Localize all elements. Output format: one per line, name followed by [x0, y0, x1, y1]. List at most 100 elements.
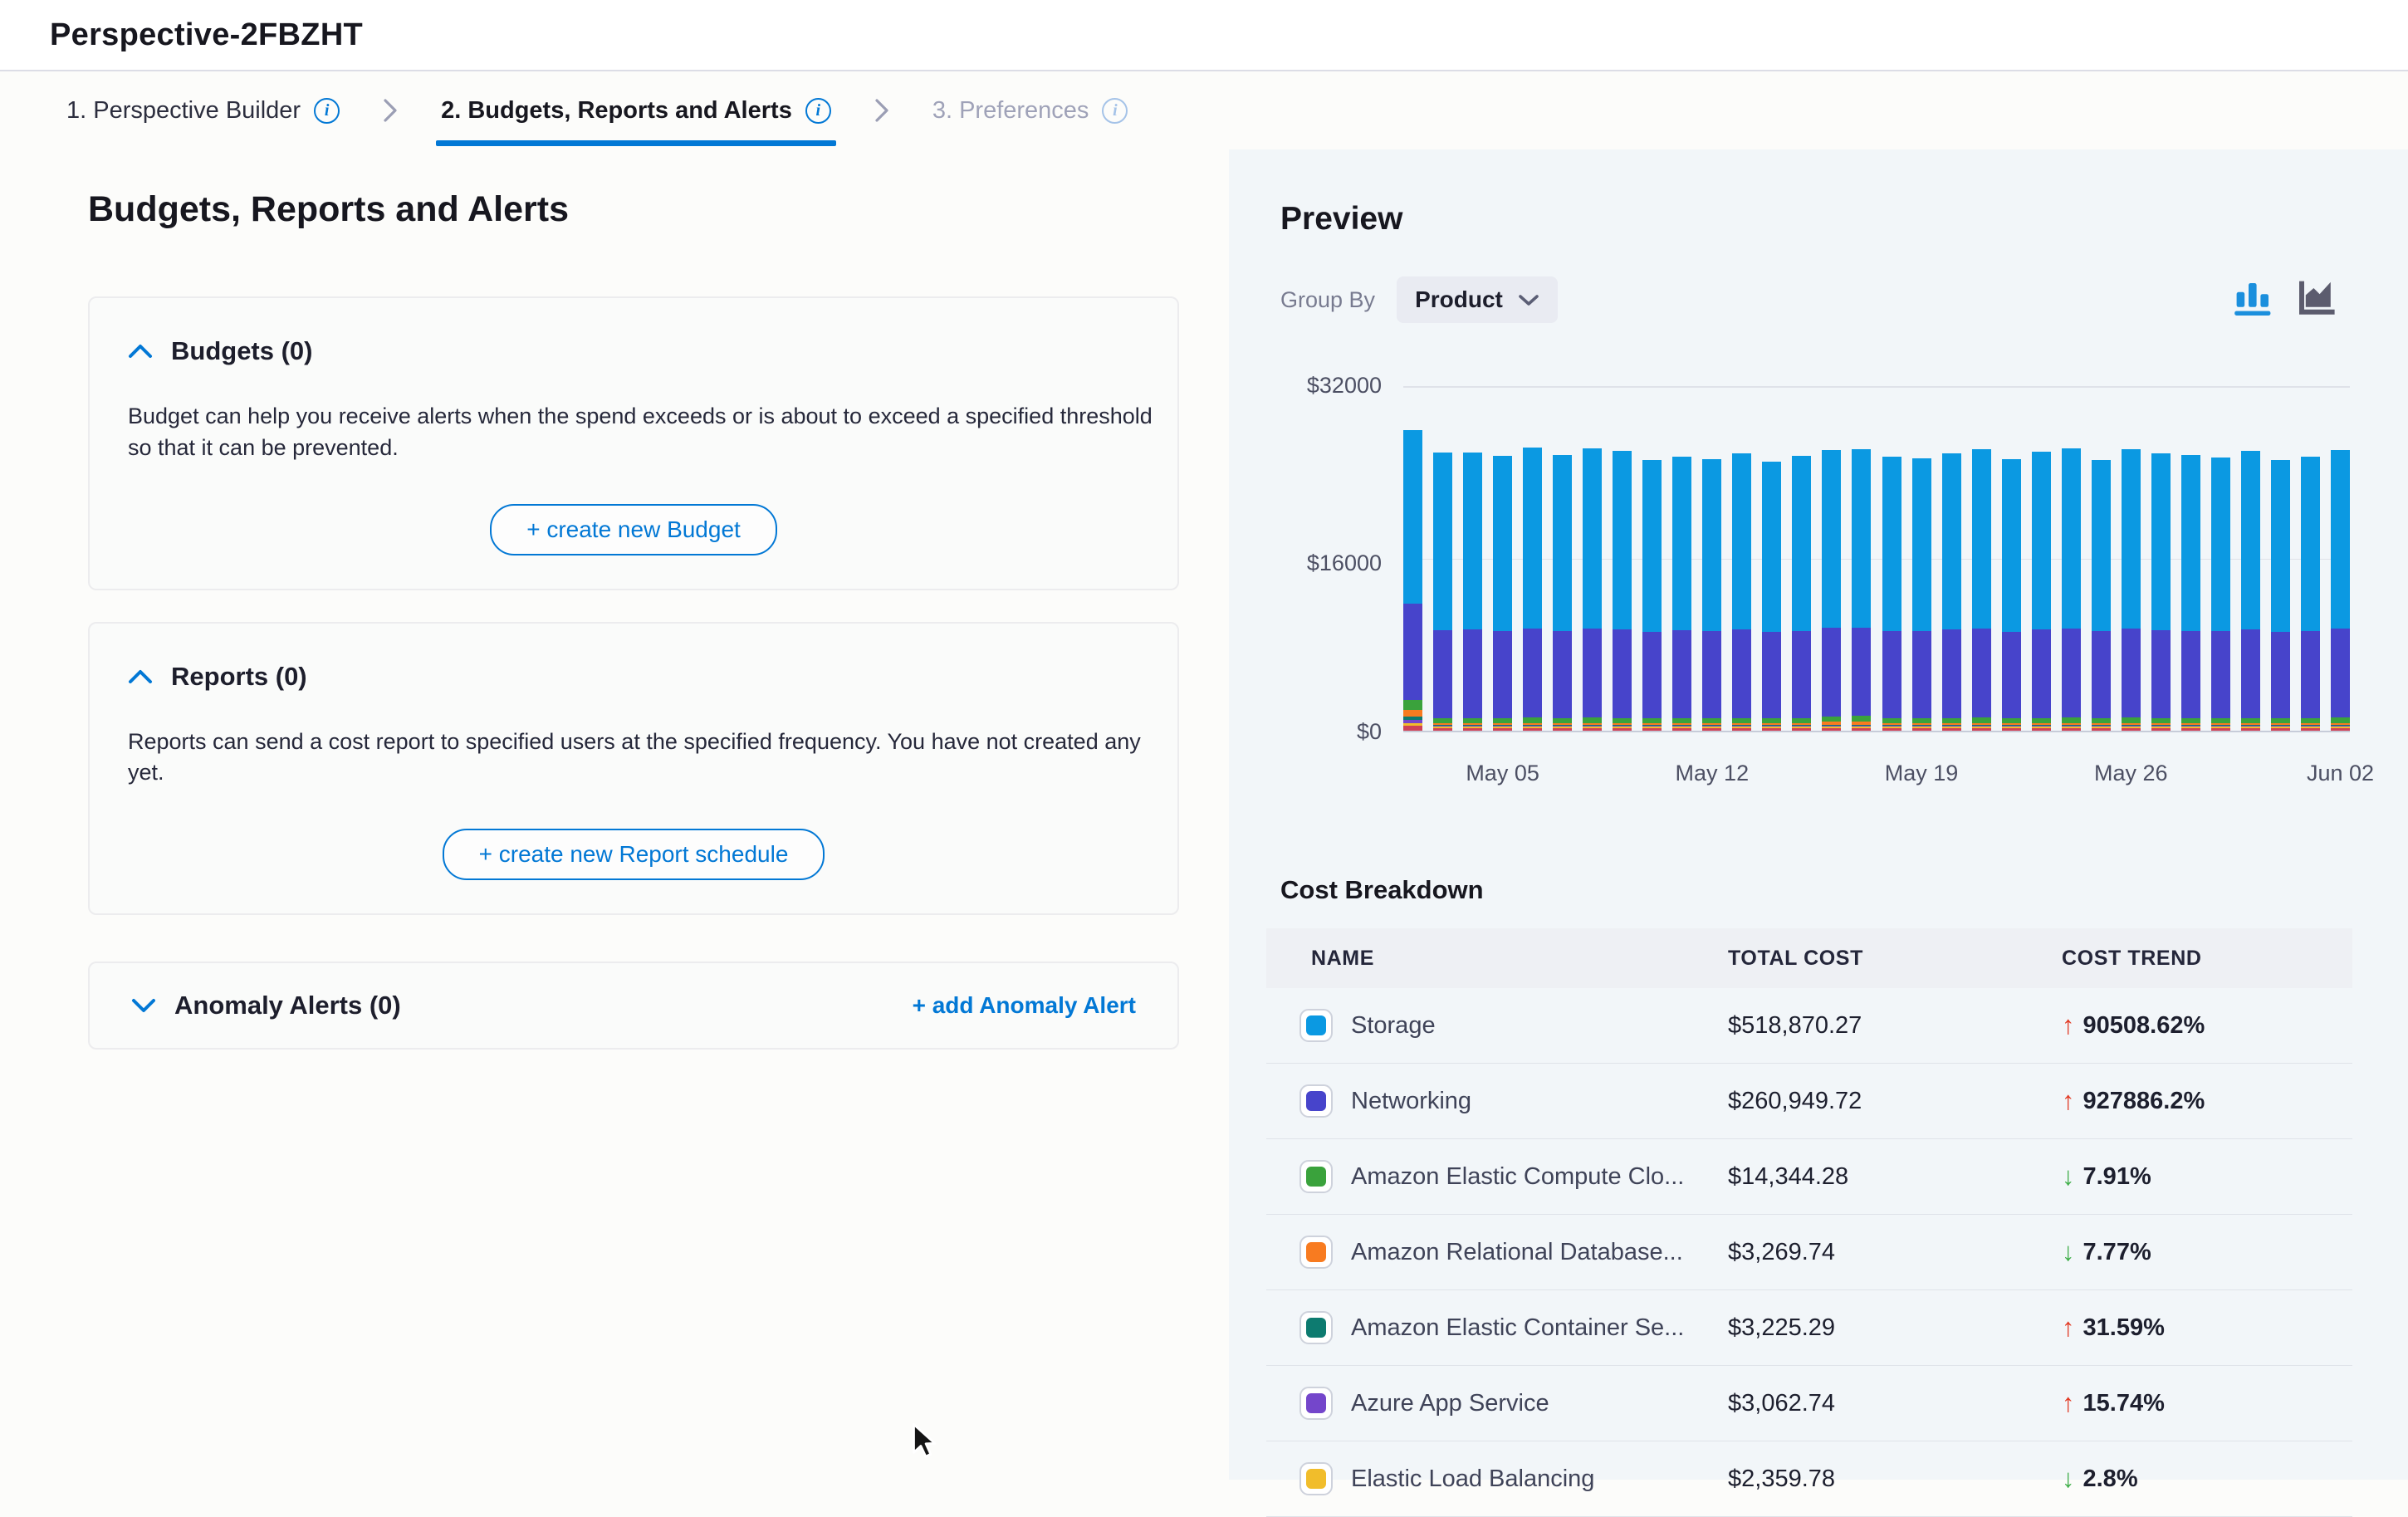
bar-segment [1852, 716, 1871, 722]
anomaly-card-header[interactable]: Anomaly Alerts (0) [131, 991, 401, 1020]
bar-segment [1762, 632, 1781, 718]
column-header-name: NAME [1266, 947, 1728, 971]
stacked-bar[interactable] [2002, 386, 2021, 731]
stacked-bar[interactable] [1972, 386, 1991, 731]
bar-segment [1613, 728, 1632, 731]
stacked-bar[interactable] [1912, 386, 1931, 731]
stacked-bar[interactable] [2092, 386, 2111, 731]
bar-segment [2032, 728, 2051, 731]
budgets-card-header[interactable]: Budgets (0) [128, 336, 1139, 366]
stacked-bar[interactable] [1882, 386, 1901, 731]
tab-label: 3. Preferences [932, 97, 1089, 125]
bar-segment [1912, 458, 1931, 632]
stacked-bar[interactable] [2211, 386, 2230, 731]
page-title: Perspective-2FBZHT [50, 17, 363, 53]
bar-segment [1852, 449, 1871, 628]
bar-segment [2151, 453, 2171, 630]
bar-segment [1672, 630, 1691, 718]
reports-card-header[interactable]: Reports (0) [128, 662, 1139, 692]
add-anomaly-alert-link[interactable]: + add Anomaly Alert [913, 992, 1136, 1019]
stacked-bar[interactable] [1463, 386, 1482, 731]
stacked-bar[interactable] [2241, 386, 2260, 731]
tab-perspective-builder[interactable]: 1. Perspective Builder i [66, 71, 340, 149]
bar-segment [1822, 728, 1841, 731]
left-panel: Budgets, Reports and Alerts Budgets (0) … [0, 149, 1229, 1480]
series-color-toggle[interactable] [1299, 1009, 1333, 1042]
stacked-bar[interactable] [2301, 386, 2320, 731]
stacked-bar[interactable] [2032, 386, 2051, 731]
chevron-right-icon [874, 98, 889, 123]
stacked-bar[interactable] [1433, 386, 1452, 731]
anomaly-alerts-card: Anomaly Alerts (0) + add Anomaly Alert [88, 962, 1179, 1050]
bar-segment [1613, 629, 1632, 717]
stacked-bar[interactable] [2271, 386, 2290, 731]
bar-segment [2301, 631, 2320, 718]
row-total-cost: $518,870.27 [1728, 1012, 2062, 1040]
stacked-bar[interactable] [1942, 386, 1961, 731]
budgets-description: Budget can help you receive alerts when … [128, 401, 1164, 464]
bar-segment [1942, 629, 1961, 717]
bar-segment [1702, 631, 1721, 717]
budgets-card: Budgets (0) Budget can help you receive … [88, 296, 1179, 590]
perspective-builder-page: { "header": { "title": "Perspective-2FBZ… [0, 0, 2408, 1480]
bar-segment [1822, 450, 1841, 627]
chart-bars [1403, 386, 2350, 731]
series-color-toggle[interactable] [1299, 1084, 1333, 1118]
bar-segment [1732, 728, 1751, 731]
chevron-up-icon [128, 669, 153, 684]
stacked-bar[interactable] [2331, 386, 2350, 731]
row-total-cost: $3,062.74 [1728, 1390, 2062, 1417]
bar-segment [1553, 631, 1572, 718]
info-icon[interactable]: i [1102, 98, 1128, 124]
stacked-bar[interactable] [2062, 386, 2081, 731]
bar-segment [2181, 455, 2200, 630]
stacked-bar[interactable] [1822, 386, 1841, 731]
stacked-bar[interactable] [2181, 386, 2200, 731]
area-chart-icon[interactable] [2297, 279, 2337, 317]
bar-segment [1463, 629, 1482, 717]
series-color-toggle[interactable] [1299, 1462, 1333, 1495]
tab-preferences[interactable]: 3. Preferences i [932, 71, 1128, 149]
stacked-bar[interactable] [1613, 386, 1632, 731]
stacked-bar[interactable] [1553, 386, 1572, 731]
info-icon[interactable]: i [805, 98, 831, 124]
stacked-bar[interactable] [1762, 386, 1781, 731]
row-name: Amazon Elastic Container Se... [1351, 1314, 1684, 1342]
series-color-toggle[interactable] [1299, 1387, 1333, 1420]
series-color-toggle[interactable] [1299, 1236, 1333, 1269]
stacked-bar[interactable] [1732, 386, 1751, 731]
stacked-bar[interactable] [2151, 386, 2171, 731]
stacked-bar[interactable] [2122, 386, 2141, 731]
bar-segment [1583, 448, 1602, 629]
info-icon[interactable]: i [314, 98, 340, 124]
stacked-bar[interactable] [1403, 386, 1422, 731]
stacked-bar[interactable] [1493, 386, 1512, 731]
groupby-value: Product [1415, 286, 1503, 313]
stacked-bar[interactable] [1702, 386, 1721, 731]
stacked-bar[interactable] [1583, 386, 1602, 731]
bar-segment [2181, 631, 2200, 718]
row-cost-trend: ↓2.8% [2062, 1464, 2352, 1494]
reports-title: Reports (0) [171, 662, 307, 692]
trend-arrow-icon: ↑ [2062, 1011, 2075, 1040]
bar-segment [1912, 631, 1931, 717]
groupby-dropdown[interactable]: Product [1397, 276, 1558, 323]
stacked-bar[interactable] [1672, 386, 1691, 731]
series-color-toggle[interactable] [1299, 1311, 1333, 1344]
trend-value: 31.59% [2083, 1314, 2165, 1342]
series-color-toggle[interactable] [1299, 1160, 1333, 1193]
stacked-bar[interactable] [1642, 386, 1662, 731]
tab-budgets-reports-alerts[interactable]: 2. Budgets, Reports and Alerts i [441, 71, 831, 149]
series-color-swatch [1306, 1167, 1326, 1187]
bar-segment [2122, 728, 2141, 731]
stacked-bar[interactable] [1852, 386, 1871, 731]
tab-label: 1. Perspective Builder [66, 97, 301, 125]
create-budget-button[interactable]: + create new Budget [490, 504, 777, 555]
bar-segment [2122, 629, 2141, 717]
create-report-button[interactable]: + create new Report schedule [443, 829, 825, 880]
bar-segment [1642, 728, 1662, 731]
stacked-bar[interactable] [1792, 386, 1811, 731]
trend-arrow-icon: ↓ [2062, 1464, 2075, 1494]
stacked-bar[interactable] [1523, 386, 1542, 731]
bar-chart-icon[interactable] [2234, 279, 2273, 317]
